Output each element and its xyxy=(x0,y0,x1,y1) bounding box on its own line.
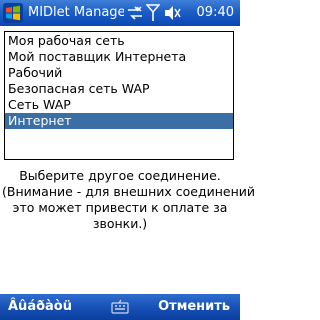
app-title: MIDlet Manage xyxy=(28,5,124,20)
list-item[interactable]: Сеть WAP xyxy=(5,97,233,113)
menu-bar: Âûáðàòü Отменить xyxy=(0,294,240,320)
message-line: это может привести к оплате за xyxy=(12,200,228,215)
signal-icon[interactable] xyxy=(146,4,160,22)
title-bar: MIDlet Manage 09:40 xyxy=(0,0,240,26)
volume-icon[interactable] xyxy=(164,5,182,21)
clock[interactable]: 09:40 xyxy=(187,4,237,22)
windows-start-icon[interactable] xyxy=(3,3,23,23)
list-item[interactable]: Моя рабочая сеть xyxy=(5,33,233,49)
info-message: Выберите другое соединение. (Внимание - д… xyxy=(2,168,256,232)
message-line: Выберите другое соединение. xyxy=(19,168,221,183)
message-line: (Внимание - для внешних соединений xyxy=(2,184,256,199)
keyboard-icon[interactable] xyxy=(111,299,129,315)
cancel-softkey[interactable]: Отменить xyxy=(158,298,230,316)
select-softkey[interactable]: Âûáðàòü xyxy=(8,298,72,316)
list-item[interactable]: Безопасная сеть WAP xyxy=(5,81,233,97)
connection-list[interactable]: Моя рабочая сеть Мой поставщик Интернета Р… xyxy=(4,31,234,160)
connectivity-icon[interactable] xyxy=(126,5,144,21)
list-item[interactable]: Мой поставщик Интернета xyxy=(5,49,233,65)
list-item[interactable]: Интернет xyxy=(5,113,233,129)
list-item[interactable]: Рабочий xyxy=(5,65,233,81)
message-line: звонки.) xyxy=(92,216,148,231)
